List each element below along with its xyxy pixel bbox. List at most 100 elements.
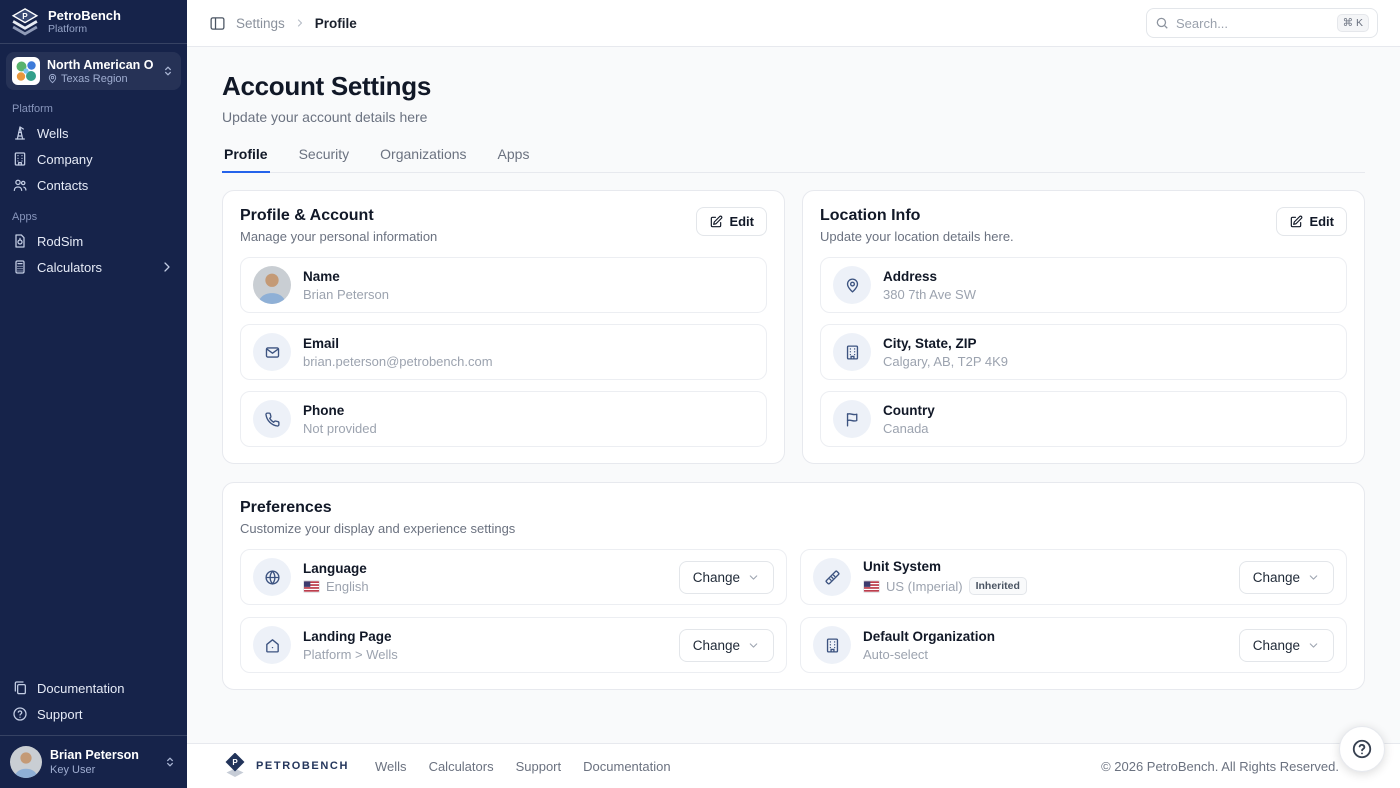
organization-icon (813, 626, 851, 664)
sidebar-nav: PlatformWells Company Contacts Apps RodSim Ca… (0, 90, 187, 280)
chevron-down-icon (747, 639, 760, 652)
preference-value: English (303, 579, 667, 594)
sidebar-item-label: Contacts (37, 178, 88, 193)
user-name: Brian Peterson (50, 748, 139, 764)
search-shortcut-kbd: ⌘ K (1337, 14, 1369, 32)
row-label: Address (883, 269, 976, 284)
app-title: PetroBench (48, 8, 121, 24)
sidebar-item-calculators[interactable]: Calculators (0, 254, 187, 280)
app-logo[interactable]: P PetroBench Platform (0, 0, 187, 44)
map-pin-icon (47, 73, 58, 84)
card-title: Profile & Account (240, 207, 437, 225)
tab-security[interactable]: Security (297, 140, 352, 173)
sidebar-item-documentation[interactable]: Documentation (0, 675, 187, 701)
row-value: brian.peterson@petrobench.com (303, 354, 493, 369)
preference-unit-system: Unit System US (Imperial)Inherited Chang… (800, 549, 1347, 605)
org-switcher[interactable]: North American Opera Texas Region (6, 52, 181, 90)
tab-profile[interactable]: Profile (222, 140, 270, 173)
page-subtitle: Update your account details here (222, 109, 1365, 125)
chevron-down-icon (1307, 639, 1320, 652)
sidebar-section-label: Apps (0, 198, 187, 228)
top-bar: Settings Profile ⌘ K (187, 0, 1400, 47)
help-button[interactable] (1339, 726, 1385, 772)
page-footer: P PetroBench Wells Calculators Support Docu… (187, 743, 1400, 788)
change-default-organization-button[interactable]: Change (1239, 629, 1334, 662)
row-value: Canada (883, 421, 935, 436)
us-flag-icon (303, 580, 320, 593)
sidebar-item-wells[interactable]: Wells (0, 120, 187, 146)
petrobench-footer-logo-icon: P (222, 753, 248, 779)
tab-organizations[interactable]: Organizations (378, 140, 468, 173)
inherited-badge: Inherited (969, 577, 1027, 595)
change-unit-system-button[interactable]: Change (1239, 561, 1334, 594)
profile-account-card: Profile & Account Manage your personal i… (222, 190, 785, 464)
footer-link-documentation[interactable]: Documentation (583, 759, 670, 774)
company-icon (12, 151, 28, 167)
breadcrumb-settings[interactable]: Settings (236, 16, 285, 31)
footer-link-support[interactable]: Support (516, 759, 562, 774)
info-row-email: Email brian.peterson@petrobench.com (240, 324, 767, 380)
chevron-right-icon (294, 17, 306, 29)
card-title: Location Info (820, 207, 1014, 225)
user-avatar (10, 746, 42, 778)
phone-icon (253, 400, 291, 438)
sidebar-item-company[interactable]: Company (0, 146, 187, 172)
edit-location-button[interactable]: Edit (1276, 207, 1347, 236)
wells-icon (12, 125, 28, 141)
avatar (253, 266, 291, 304)
footer-brand: P PetroBench (222, 753, 349, 779)
chevrons-up-down-icon (163, 755, 177, 769)
user-role: Key User (50, 764, 139, 776)
support-icon (12, 706, 28, 722)
mail-icon (253, 333, 291, 371)
calculator-icon (12, 259, 28, 275)
preference-label: Landing Page (303, 629, 667, 644)
svg-text:P: P (232, 758, 238, 767)
preference-value: Auto-select (863, 647, 1227, 662)
preference-language: Language English Change (240, 549, 787, 605)
org-region-label: Texas Region (61, 73, 128, 85)
tab-apps[interactable]: Apps (496, 140, 532, 173)
user-menu[interactable]: Brian Peterson Key User (0, 735, 187, 788)
sidebar-item-label: Calculators (37, 260, 102, 275)
sidebar-item-label: Company (37, 152, 93, 167)
sidebar-toggle-icon[interactable] (209, 15, 226, 32)
tab-bar: Profile Security Organizations Apps (222, 140, 1365, 173)
help-circle-icon (1351, 738, 1373, 760)
sidebar-item-contacts[interactable]: Contacts (0, 172, 187, 198)
footer-links: Wells Calculators Support Documentation (375, 759, 671, 774)
sidebar-item-label: RodSim (37, 234, 83, 249)
change-landing-page-button[interactable]: Change (679, 629, 774, 662)
preference-landing-page: Landing Page Platform > Wells Change (240, 617, 787, 673)
row-value: Calgary, AB, T2P 4K9 (883, 354, 1008, 369)
ruler-icon (813, 558, 851, 596)
card-subtitle: Update your location details here. (820, 229, 1014, 244)
app-subtitle: Platform (48, 23, 121, 35)
preference-value: Platform > Wells (303, 647, 667, 662)
footer-link-wells[interactable]: Wells (375, 759, 407, 774)
search-box[interactable]: ⌘ K (1146, 8, 1378, 38)
change-language-button[interactable]: Change (679, 561, 774, 594)
chevron-down-icon (747, 571, 760, 584)
sidebar-item-rodsim[interactable]: RodSim (0, 228, 187, 254)
globe-icon (253, 558, 291, 596)
sidebar-item-support[interactable]: Support (0, 701, 187, 727)
sidebar-item-label: Support (37, 707, 83, 722)
building-icon (833, 333, 871, 371)
footer-link-calculators[interactable]: Calculators (429, 759, 494, 774)
row-label: Phone (303, 403, 377, 418)
edit-profile-button[interactable]: Edit (696, 207, 767, 236)
sidebar-section-label: Platform (0, 90, 187, 120)
edit-icon (709, 215, 723, 229)
row-label: Email (303, 336, 493, 351)
svg-text:P: P (22, 11, 28, 20)
breadcrumb-profile: Profile (315, 16, 357, 31)
footer-wordmark: PetroBench (256, 760, 349, 772)
card-subtitle: Customize your display and experience se… (240, 521, 1347, 536)
row-value: Not provided (303, 421, 377, 436)
petrobench-logo-icon: P (10, 7, 40, 37)
breadcrumb: Settings Profile (236, 16, 357, 31)
row-label: Country (883, 403, 935, 418)
footer-copyright: © 2026 PetroBench. All Rights Reserved. (1101, 759, 1365, 774)
search-input[interactable] (1176, 16, 1330, 31)
